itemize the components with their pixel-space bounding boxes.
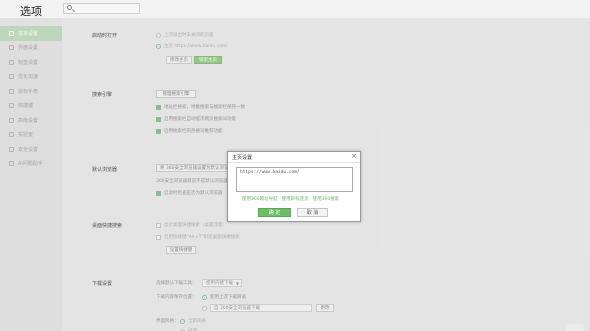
- dialog-title: 主页设置: [232, 155, 253, 161]
- use-360-nav-link[interactable]: 使用360网址导航: [242, 196, 278, 202]
- divider: [228, 162, 360, 163]
- dialog-link-group: 使用360网址导航 使用新标签页 使用360搜索: [242, 196, 339, 202]
- home-settings-dialog: 主页设置 × https://www.baidu.com/ 使用360网址导航 …: [227, 151, 361, 222]
- home-url-field[interactable]: https://www.baidu.com/: [236, 167, 353, 192]
- cancel-button[interactable]: 取 消: [297, 208, 328, 217]
- ok-button[interactable]: 确 定: [258, 208, 291, 217]
- use-new-tab-link[interactable]: 使用新标签页: [282, 196, 309, 202]
- use-360-search-link[interactable]: 使用360搜索: [313, 196, 340, 202]
- close-icon[interactable]: ×: [351, 153, 357, 160]
